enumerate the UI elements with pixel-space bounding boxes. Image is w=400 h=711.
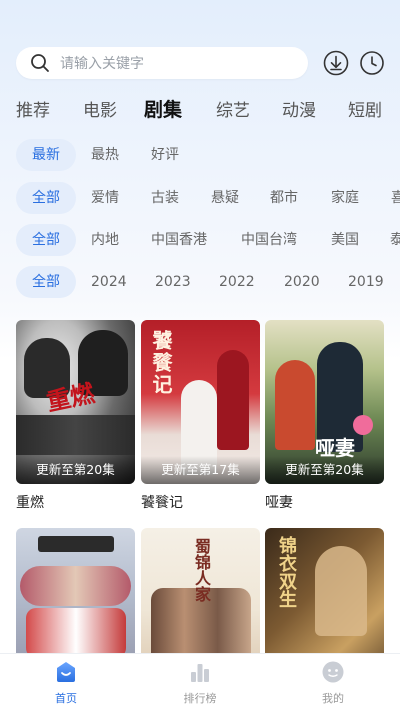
cast-band (26, 608, 126, 658)
drama-card[interactable]: 饕餮记 更新至第17集 饕餮记 (141, 320, 260, 512)
genre-filter-row: 全部 爱情 古装 悬疑 都市 家庭 喜 (16, 182, 400, 214)
profile-icon (322, 661, 344, 683)
filter-genre-item[interactable]: 爱情 (91, 182, 119, 214)
category-tabs: 推荐 电影 剧集 综艺 动漫 短剧 (16, 96, 400, 122)
title-logo-block (38, 536, 114, 552)
filter-year-item[interactable]: 2023 (155, 266, 191, 298)
drama-card[interactable]: 哑妻 更新至第20集 哑妻 (265, 320, 384, 512)
filter-sort-latest[interactable]: 最新 (16, 139, 76, 171)
tab-short-drama[interactable]: 短剧 (348, 96, 382, 121)
filter-genre-item[interactable]: 都市 (270, 182, 298, 214)
drama-card[interactable]: 重燃 更新至第20集 重燃 (16, 320, 135, 512)
card-title[interactable]: 哑妻 (265, 492, 384, 512)
figure-silhouette (217, 350, 249, 450)
filter-year-all[interactable]: 全部 (16, 266, 76, 298)
sort-filter-row: 最新 最热 好评 (16, 139, 400, 171)
filter-region-item[interactable]: 内地 (91, 224, 119, 256)
filter-year-item[interactable]: 2020 (284, 266, 320, 298)
card-title[interactable]: 饕餮记 (141, 492, 260, 512)
search-input[interactable]: 请输入关键字 (16, 47, 308, 79)
clock-icon[interactable] (359, 50, 385, 76)
tab-anime[interactable]: 动漫 (282, 96, 316, 121)
filter-sort-hot[interactable]: 最热 (91, 139, 119, 171)
filter-genre-item[interactable]: 古装 (151, 182, 179, 214)
cast-band (20, 566, 131, 606)
filter-region-item[interactable]: 中国香港 (151, 224, 207, 256)
update-status: 更新至第17集 (161, 462, 240, 477)
flower-decoration (353, 415, 373, 435)
filter-year-item[interactable]: 2024 (91, 266, 127, 298)
nav-label: 首页 (55, 692, 77, 705)
filter-genre-all[interactable]: 全部 (16, 182, 76, 214)
nav-label: 排行榜 (183, 692, 217, 705)
region-filter-row: 全部 内地 中国香港 中国台湾 美国 泰 (16, 224, 400, 256)
filter-genre-item[interactable]: 悬疑 (211, 182, 239, 214)
download-icon[interactable] (323, 50, 349, 76)
poster-art-title: 锦衣双生 (276, 536, 297, 608)
poster-art-title: 饕餮记 (149, 330, 173, 396)
poster-image[interactable]: 饕餮记 更新至第17集 (141, 320, 260, 484)
nav-home[interactable]: 首页 (26, 660, 106, 706)
figure-silhouette (275, 360, 315, 450)
year-filter-row: 全部 2024 2023 2022 2020 2019 (16, 266, 400, 298)
filter-region-item[interactable]: 泰 (390, 224, 400, 256)
tab-movies[interactable]: 电影 (83, 96, 117, 121)
search-placeholder: 请输入关键字 (60, 56, 144, 72)
poster-image[interactable]: 重燃 更新至第20集 (16, 320, 135, 484)
filter-year-item[interactable]: 2019 (348, 266, 384, 298)
bar-chart-icon (191, 664, 209, 682)
filter-genre-item[interactable]: 喜 (391, 182, 400, 214)
search-row: 请输入关键字 (16, 47, 386, 79)
nav-label: 我的 (322, 692, 344, 705)
poster-image[interactable]: 哑妻 更新至第20集 (265, 320, 384, 484)
cast-band (16, 415, 135, 455)
nav-ranking[interactable]: 排行榜 (160, 660, 240, 706)
filter-region-item[interactable]: 美国 (331, 224, 359, 256)
tab-series[interactable]: 剧集 (144, 96, 182, 122)
nav-profile[interactable]: 我的 (293, 660, 373, 706)
bottom-navigation: 首页 排行榜 我的 (0, 653, 400, 711)
update-status: 更新至第20集 (285, 462, 364, 477)
poster-art-title: 蜀锦人家 (192, 538, 211, 602)
tab-recommend[interactable]: 推荐 (16, 96, 50, 121)
figure-silhouette (315, 546, 367, 636)
filter-genre-item[interactable]: 家庭 (331, 182, 359, 214)
card-title[interactable]: 重燃 (16, 492, 135, 512)
home-icon (57, 662, 75, 682)
search-icon (31, 54, 49, 72)
filter-year-item[interactable]: 2022 (219, 266, 255, 298)
filter-region-item[interactable]: 中国台湾 (241, 224, 297, 256)
filter-region-all[interactable]: 全部 (16, 224, 76, 256)
tab-variety[interactable]: 综艺 (216, 96, 250, 121)
update-status: 更新至第20集 (36, 462, 115, 477)
filter-sort-rating[interactable]: 好评 (151, 139, 179, 171)
